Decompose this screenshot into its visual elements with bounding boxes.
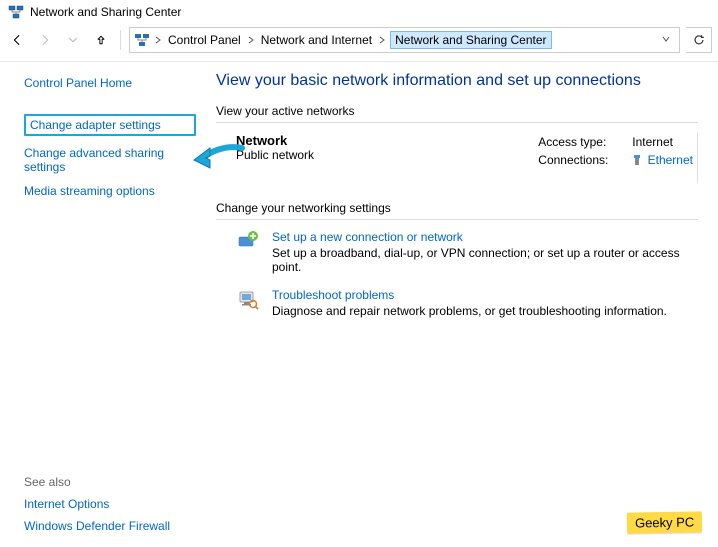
ethernet-link[interactable]: Ethernet <box>648 153 693 167</box>
window-title: Network and Sharing Center <box>30 5 181 19</box>
chevron-right-icon[interactable] <box>376 36 388 44</box>
breadcrumb-item[interactable]: Network and Internet <box>259 33 374 47</box>
settings-item-title[interactable]: Set up a new connection or network <box>272 230 463 244</box>
back-button[interactable] <box>6 29 28 51</box>
chevron-right-icon[interactable] <box>245 36 257 44</box>
network-type: Public network <box>236 148 314 162</box>
main-content: View your basic network information and … <box>208 62 718 545</box>
breadcrumb-item[interactable]: Control Panel <box>166 33 243 47</box>
access-type-label: Access type: <box>538 133 620 151</box>
settings-item-desc: Diagnose and repair network problems, or… <box>272 304 667 318</box>
address-bar[interactable]: Control Panel Network and Internet Netwo… <box>129 27 680 53</box>
refresh-button[interactable] <box>686 27 712 53</box>
settings-item-new-connection[interactable]: Set up a new connection or network Set u… <box>236 230 698 274</box>
ethernet-icon <box>632 153 642 165</box>
see-also-defender-firewall[interactable]: Windows Defender Firewall <box>24 519 170 533</box>
network-details: Access type: Internet Connections: Ether… <box>538 133 693 169</box>
connections-label: Connections: <box>538 151 620 169</box>
forward-button[interactable] <box>34 29 56 51</box>
connections-value: Ethernet <box>632 151 693 169</box>
settings-item-desc: Set up a broadband, dial-up, or VPN conn… <box>272 246 698 274</box>
up-button[interactable] <box>90 29 112 51</box>
settings-item-troubleshoot[interactable]: Troubleshoot problems Diagnose and repai… <box>236 288 698 318</box>
nav-separator <box>120 30 121 50</box>
recent-locations-button[interactable] <box>62 29 84 51</box>
chevron-right-icon[interactable] <box>152 36 164 44</box>
sidebar-home-link[interactable]: Control Panel Home <box>24 76 196 90</box>
breadcrumb-item-current[interactable]: Network and Sharing Center <box>390 31 551 49</box>
access-type-value: Internet <box>632 133 673 151</box>
sidebar: Control Panel Home Change adapter settin… <box>0 62 208 545</box>
divider <box>216 122 698 123</box>
sidebar-item-media-streaming[interactable]: Media streaming options <box>24 184 196 198</box>
sidebar-item-change-adapter[interactable]: Change adapter settings <box>24 114 196 136</box>
nav-toolbar: Control Panel Network and Internet Netwo… <box>0 24 718 62</box>
page-title: View your basic network information and … <box>216 72 698 90</box>
change-settings-label: Change your networking settings <box>216 201 698 215</box>
troubleshoot-icon <box>236 288 260 312</box>
network-center-icon <box>8 4 24 20</box>
address-dropdown-button[interactable] <box>657 33 675 47</box>
new-connection-icon <box>236 230 260 254</box>
sidebar-item-advanced-sharing[interactable]: Change advanced sharing settings <box>24 146 184 174</box>
breadcrumb-root-icon <box>134 32 150 48</box>
network-name: Network <box>236 133 314 148</box>
see-also-internet-options[interactable]: Internet Options <box>24 497 170 511</box>
watermark: Geeky PC <box>627 511 703 533</box>
active-network-pane: Network Public network Access type: Inte… <box>216 133 698 183</box>
see-also-label: See also <box>24 475 170 489</box>
settings-item-title[interactable]: Troubleshoot problems <box>272 288 394 302</box>
active-networks-label: View your active networks <box>216 104 698 118</box>
network-identity: Network Public network <box>236 133 314 169</box>
content-body: Control Panel Home Change adapter settin… <box>0 62 718 545</box>
see-also: See also Internet Options Windows Defend… <box>24 475 170 533</box>
divider <box>216 219 698 220</box>
settings-list: Set up a new connection or network Set u… <box>216 230 698 318</box>
titlebar: Network and Sharing Center <box>0 0 718 24</box>
